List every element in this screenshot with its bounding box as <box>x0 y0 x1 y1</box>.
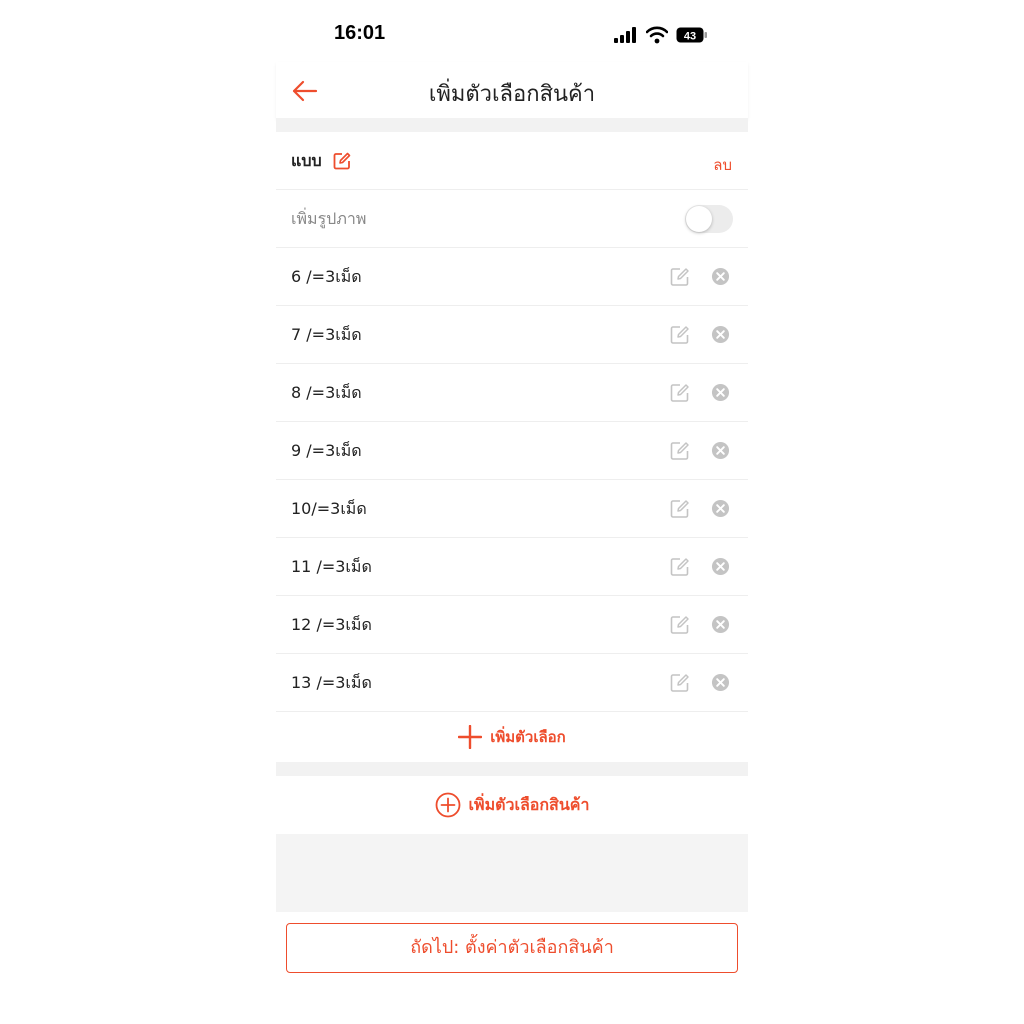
section-divider <box>276 762 748 776</box>
variation-group: แบบ ลบ เพิ่มรูปภาพ 6 /=3เม็ด 7 /=3เม็ด 8 /… <box>276 132 748 764</box>
next-button[interactable]: ถัดไป: ตั้งค่าตัวเลือกสินค้า <box>286 923 738 973</box>
page-title: เพิ่มตัวเลือกสินค้า <box>428 82 596 107</box>
edit-option-icon[interactable] <box>670 267 690 287</box>
option-label: 7 /=3เม็ด <box>291 325 362 344</box>
cellular-signal-icon <box>614 27 636 43</box>
option-label: 9 /=3เม็ด <box>291 441 362 460</box>
remove-option-icon[interactable] <box>711 673 730 692</box>
edit-option-icon[interactable] <box>670 615 690 635</box>
option-row: 7 /=3เม็ด <box>276 306 748 364</box>
wifi-icon <box>646 26 668 44</box>
remove-option-icon[interactable] <box>711 383 730 402</box>
toggle-knob <box>686 206 712 232</box>
add-option-button[interactable]: เพิ่มตัวเลือก <box>276 724 748 750</box>
edit-group-name-icon[interactable] <box>333 152 351 170</box>
add-image-row: เพิ่มรูปภาพ <box>276 190 748 248</box>
add-variation-button[interactable]: เพิ่มตัวเลือกสินค้า <box>276 792 748 818</box>
add-image-toggle[interactable] <box>685 205 733 233</box>
option-label: 10/=3เม็ด <box>291 499 367 518</box>
option-row: 6 /=3เม็ด <box>276 248 748 306</box>
option-label: 11 /=3เม็ด <box>291 557 372 576</box>
edit-option-icon[interactable] <box>670 325 690 345</box>
variation-group-header: แบบ ลบ <box>276 132 748 190</box>
add-variation-row: เพิ่มตัวเลือกสินค้า <box>276 776 748 834</box>
remove-option-icon[interactable] <box>711 441 730 460</box>
option-row: 9 /=3เม็ด <box>276 422 748 480</box>
option-label: 12 /=3เม็ด <box>291 615 372 634</box>
add-option-label: เพิ่มตัวเลือก <box>490 728 566 746</box>
empty-area <box>276 834 748 912</box>
option-row: 11 /=3เม็ด <box>276 538 748 596</box>
edit-option-icon[interactable] <box>670 673 690 693</box>
battery-level: 43 <box>684 31 696 43</box>
edit-option-icon[interactable] <box>670 499 690 519</box>
status-bar: 16:01 43 <box>276 0 748 70</box>
battery-icon: 43 <box>676 27 707 43</box>
add-option-row: เพิ่มตัวเลือก <box>276 712 748 764</box>
option-row: 8 /=3เม็ด <box>276 364 748 422</box>
plus-circle-icon <box>435 792 460 818</box>
screen: 16:01 43 เพิ่มตัวเลือกสินค้า แบบ ลบ เพิ่… <box>276 0 748 1024</box>
remove-option-icon[interactable] <box>711 267 730 286</box>
status-time: 16:01 <box>334 22 386 44</box>
footer-bar: ถัดไป: ตั้งค่าตัวเลือกสินค้า <box>276 912 748 1024</box>
section-divider <box>276 118 748 132</box>
edit-option-icon[interactable] <box>670 441 690 461</box>
remove-option-icon[interactable] <box>711 615 730 634</box>
add-variation-label: เพิ่มตัวเลือกสินค้า <box>468 794 590 814</box>
plus-icon <box>458 724 483 750</box>
option-row: 10/=3เม็ด <box>276 480 748 538</box>
add-image-label: เพิ่มรูปภาพ <box>291 209 367 228</box>
remove-option-icon[interactable] <box>711 557 730 576</box>
option-label: 13 /=3เม็ด <box>291 673 372 692</box>
variation-group-name: แบบ <box>291 151 322 170</box>
option-row: 12 /=3เม็ด <box>276 596 748 654</box>
remove-option-icon[interactable] <box>711 499 730 518</box>
edit-option-icon[interactable] <box>670 383 690 403</box>
edit-option-icon[interactable] <box>670 557 690 577</box>
remove-option-icon[interactable] <box>711 325 730 344</box>
top-navigation-bar: เพิ่มตัวเลือกสินค้า <box>276 62 748 118</box>
option-label: 8 /=3เม็ด <box>291 383 362 402</box>
option-row: 13 /=3เม็ด <box>276 654 748 712</box>
option-label: 6 /=3เม็ด <box>291 267 362 286</box>
delete-group-link[interactable]: ลบ <box>713 153 732 177</box>
